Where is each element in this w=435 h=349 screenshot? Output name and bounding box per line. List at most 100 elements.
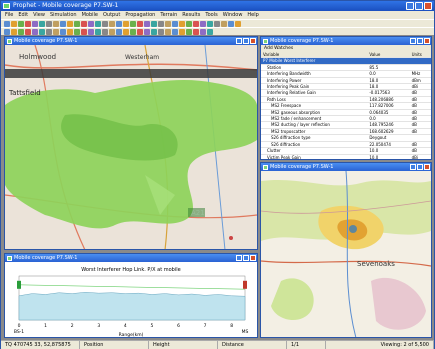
coverage-map-window[interactable]: Mobile coverage P7.SW-1 Holmwood Tattsfi… xyxy=(4,36,258,250)
toolbar-button-icon[interactable] xyxy=(172,28,178,35)
toolbar-button-icon[interactable] xyxy=(186,20,192,27)
toolbar-button-icon[interactable] xyxy=(32,20,38,27)
menu-item-mobile[interactable]: Mobile xyxy=(82,11,98,19)
toolbar-button-icon[interactable] xyxy=(123,28,129,35)
menu-item-simulation[interactable]: Simulation xyxy=(50,11,77,19)
minimize-button[interactable] xyxy=(406,2,414,10)
area-map[interactable]: Sevenoaks xyxy=(261,170,431,338)
toolbar-button-icon[interactable] xyxy=(200,28,206,35)
profile-window[interactable]: Mobile coverage P7.SW-1 Worst Interferer… xyxy=(4,253,258,338)
toolbar-button-icon[interactable] xyxy=(32,28,38,35)
toolbar-button-icon[interactable] xyxy=(4,20,10,27)
toolbar-button-icon[interactable] xyxy=(95,20,101,27)
tab-add-watches[interactable]: Add Watches xyxy=(261,45,431,52)
toolbar-button-icon[interactable] xyxy=(130,20,136,27)
menu-item-propagation[interactable]: Propagation xyxy=(125,11,155,19)
toolbar-button-icon[interactable] xyxy=(4,28,10,35)
minimize-button[interactable] xyxy=(410,38,416,44)
toolbar-button-icon[interactable] xyxy=(67,28,73,35)
maximize-button[interactable] xyxy=(243,38,249,44)
toolbar-button-icon[interactable] xyxy=(18,28,24,35)
toolbar-button-icon[interactable] xyxy=(158,20,164,27)
toolbar-button-icon[interactable] xyxy=(151,20,157,27)
toolbar-button-icon[interactable] xyxy=(179,20,185,27)
toolbar-button-icon[interactable] xyxy=(193,28,199,35)
close-button[interactable] xyxy=(250,38,256,44)
toolbar-button-icon[interactable] xyxy=(116,20,122,27)
profile-window-title-bar[interactable]: Mobile coverage P7.SW-1 xyxy=(5,254,257,262)
maximize-button[interactable] xyxy=(415,2,423,10)
toolbar-button-icon[interactable] xyxy=(207,28,213,35)
toolbar-button-icon[interactable] xyxy=(39,20,45,27)
table-row[interactable]: Victim Peak Gain 10.0 dBi xyxy=(261,154,431,159)
toolbar-button-icon[interactable] xyxy=(67,20,73,27)
toolbar-button-icon[interactable] xyxy=(165,20,171,27)
toolbar-button-icon[interactable] xyxy=(60,28,66,35)
toolbar-button-icon[interactable] xyxy=(165,28,171,35)
toolbar-button-icon[interactable] xyxy=(74,20,80,27)
toolbar-button-icon[interactable] xyxy=(235,20,241,27)
toolbar-button-icon[interactable] xyxy=(151,28,157,35)
toolbar-button-icon[interactable] xyxy=(130,28,136,35)
toolbar-button-icon[interactable] xyxy=(186,28,192,35)
profile-chart[interactable]: Worst Interferer Hop Link. P/X at mobile… xyxy=(5,262,257,337)
toolbar-button-icon[interactable] xyxy=(11,28,17,35)
close-button[interactable] xyxy=(424,164,430,170)
toolbar-button-icon[interactable] xyxy=(200,20,206,27)
close-button[interactable] xyxy=(424,38,430,44)
toolbar-button-icon[interactable] xyxy=(18,20,24,27)
map2-window-title-bar[interactable]: Mobile coverage P7.SW-1 xyxy=(261,163,431,171)
toolbar-button-icon[interactable] xyxy=(179,28,185,35)
toolbar-button-icon[interactable] xyxy=(207,20,213,27)
menu-item-terrain[interactable]: Terrain xyxy=(160,11,177,19)
toolbar-button-icon[interactable] xyxy=(46,28,52,35)
toolbar-button-icon[interactable] xyxy=(109,20,115,27)
close-button[interactable] xyxy=(424,2,432,10)
mobile-marker[interactable] xyxy=(243,280,247,289)
toolbar-button-icon[interactable] xyxy=(60,20,66,27)
menu-item-help[interactable]: Help xyxy=(247,11,258,19)
menu-item-tools[interactable]: Tools xyxy=(205,11,217,19)
toolbar-button-icon[interactable] xyxy=(214,20,220,27)
toolbar-button-icon[interactable] xyxy=(102,28,108,35)
coverage-map-canvas[interactable]: Holmwood Tattsfield Westerham A21 xyxy=(5,44,257,250)
toolbar-button-icon[interactable] xyxy=(81,20,87,27)
toolbar-button-icon[interactable] xyxy=(109,28,115,35)
toolbar-button-icon[interactable] xyxy=(53,20,59,27)
toolbar-button-icon[interactable] xyxy=(11,20,17,27)
toolbar-button-icon[interactable] xyxy=(137,28,143,35)
toolbar-button-icon[interactable] xyxy=(144,28,150,35)
maximize-button[interactable] xyxy=(243,255,249,261)
maximize-button[interactable] xyxy=(417,38,423,44)
toolbar-button-icon[interactable] xyxy=(46,20,52,27)
map-window-title-bar[interactable]: Mobile coverage P7.SW-1 xyxy=(5,37,257,45)
toolbar-button-icon[interactable] xyxy=(221,20,227,27)
area-map-canvas[interactable]: Sevenoaks xyxy=(261,170,431,338)
toolbar-button-icon[interactable] xyxy=(172,20,178,27)
toolbar-button-icon[interactable] xyxy=(228,20,234,27)
minimize-button[interactable] xyxy=(236,38,242,44)
toolbar-button-icon[interactable] xyxy=(25,28,31,35)
toolbar-button-icon[interactable] xyxy=(158,28,164,35)
toolbar-button-icon[interactable] xyxy=(81,28,87,35)
station-marker[interactable] xyxy=(17,280,21,289)
menu-item-view[interactable]: View xyxy=(33,11,45,19)
menu-item-edit[interactable]: Edit xyxy=(18,11,28,19)
properties-window[interactable]: Mobile coverage P7.SW-1 Add Watches Vari… xyxy=(260,36,432,160)
menu-item-results[interactable]: Results xyxy=(182,11,200,19)
toolbar-button-icon[interactable] xyxy=(74,28,80,35)
maximize-button[interactable] xyxy=(417,164,423,170)
menu-item-window[interactable]: Window xyxy=(223,11,243,19)
toolbar-button-icon[interactable] xyxy=(193,20,199,27)
props-window-title-bar[interactable]: Mobile coverage P7.SW-1 xyxy=(261,37,431,45)
coverage-map[interactable]: Holmwood Tattsfield Westerham A21 xyxy=(5,44,257,250)
toolbar-button-icon[interactable] xyxy=(137,20,143,27)
minimize-button[interactable] xyxy=(236,255,242,261)
minimize-button[interactable] xyxy=(410,164,416,170)
toolbar-button-icon[interactable] xyxy=(25,20,31,27)
toolbar-button-icon[interactable] xyxy=(88,20,94,27)
toolbar-button-icon[interactable] xyxy=(88,28,94,35)
toolbar-button-icon[interactable] xyxy=(102,20,108,27)
toolbar-button-icon[interactable] xyxy=(39,28,45,35)
toolbar-button-icon[interactable] xyxy=(123,20,129,27)
